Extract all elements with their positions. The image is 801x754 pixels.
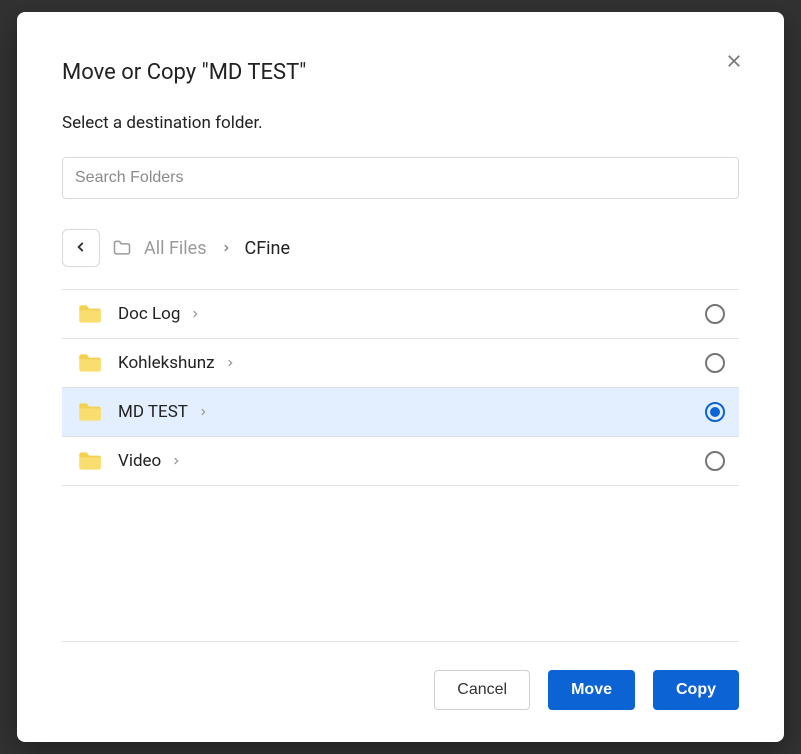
breadcrumb-root[interactable]: All Files xyxy=(144,238,207,259)
modal-actions: Cancel Move Copy xyxy=(62,642,739,710)
modal-title: Move or Copy "MD TEST" xyxy=(62,60,306,85)
search-wrap xyxy=(62,157,739,199)
folder-list: Doc Log Kohlekshunz MD TEST Video xyxy=(62,289,739,486)
cancel-button[interactable]: Cancel xyxy=(434,670,530,710)
folder-row[interactable]: Doc Log xyxy=(62,290,739,338)
chevron-right-icon xyxy=(225,358,235,368)
close-button[interactable] xyxy=(721,48,747,74)
modal-subtitle: Select a destination folder. xyxy=(62,113,739,133)
copy-button[interactable]: Copy xyxy=(653,670,739,710)
folder-name: Doc Log xyxy=(118,304,180,324)
chevron-left-icon xyxy=(74,240,88,257)
folder-name: Video xyxy=(118,451,161,471)
chevron-right-icon xyxy=(171,456,181,466)
folder-name: Kohlekshunz xyxy=(118,353,215,373)
select-radio[interactable] xyxy=(705,304,725,324)
folder-icon xyxy=(74,399,104,425)
breadcrumb: All Files CFine xyxy=(62,215,739,289)
folder-outline-icon xyxy=(112,238,132,258)
folder-row[interactable]: Video xyxy=(62,436,739,485)
modal-header: Move or Copy "MD TEST" xyxy=(62,42,739,85)
move-copy-modal: Move or Copy "MD TEST" Select a destinat… xyxy=(17,12,784,742)
folder-row[interactable]: Kohlekshunz xyxy=(62,338,739,387)
move-button[interactable]: Move xyxy=(548,670,635,710)
folder-icon xyxy=(74,350,104,376)
folder-icon xyxy=(74,448,104,474)
search-input[interactable] xyxy=(62,157,739,199)
chevron-right-icon xyxy=(198,407,208,417)
back-button[interactable] xyxy=(62,229,100,267)
select-radio[interactable] xyxy=(705,402,725,422)
select-radio[interactable] xyxy=(705,353,725,373)
breadcrumb-current: CFine xyxy=(245,238,291,259)
chevron-right-icon xyxy=(219,243,233,253)
folder-row[interactable]: MD TEST xyxy=(62,387,739,436)
folder-icon xyxy=(74,301,104,327)
folder-name: MD TEST xyxy=(118,402,188,422)
chevron-right-icon xyxy=(190,309,200,319)
select-radio[interactable] xyxy=(705,451,725,471)
close-icon xyxy=(725,52,743,70)
